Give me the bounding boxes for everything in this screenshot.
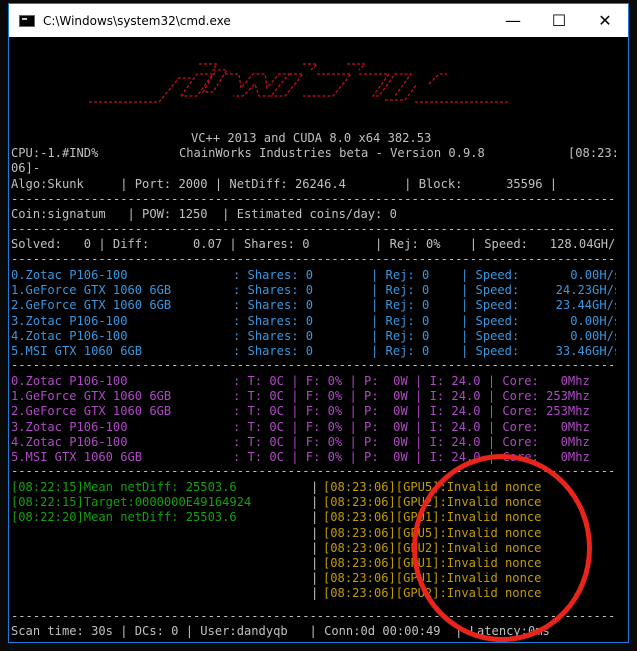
cmd-icon — [19, 14, 35, 27]
gpu-hardware: : T: 0C | F: 0% | P: 0W | I: 24.0 | Core… — [233, 450, 590, 464]
window-title: C:\Windows\system32\cmd.exe — [43, 13, 231, 28]
gpu-rejected: | Rej: 0 — [371, 313, 430, 328]
gpu-name: 3.Zotac P106-100 — [11, 313, 128, 328]
coin-row: Coin:signatum | POW: 1250 | Estimated co… — [11, 207, 397, 221]
log-separator: | — [311, 525, 319, 540]
gpu-name: 1.GeForce GTX 1060 6GB — [11, 283, 172, 298]
log-separator: | — [311, 480, 319, 494]
gpu-rejected: | Rej: 0 — [371, 344, 430, 358]
build-info: VC++ 2013 and CUDA 8.0 x64 382.53 — [191, 131, 432, 145]
console-window: C:\Windows\system32\cmd.exe — ☐ ✕ VC++ 2… — [8, 3, 629, 643]
log-line: [08:22:15]Mean netDiff: 25503.6 — [11, 480, 237, 494]
divider: ----------------------------------------… — [11, 222, 628, 236]
gpu-name: 2.GeForce GTX 1060 6GB — [11, 298, 172, 313]
title-bar[interactable]: C:\Windows\system32\cmd.exe — ☐ ✕ — [9, 4, 628, 37]
gpu-name: 5.MSI GTX 1060 6GB — [11, 450, 143, 464]
solved-row: Solved: 0 | Diff: 0.07 | Shares: 0 | Rej… — [11, 237, 623, 251]
log-separator: | — [311, 495, 319, 510]
log-line: [08:22:15]Target:0000000E49164924 — [11, 495, 252, 510]
log-separator: | — [311, 556, 319, 570]
gpu-shares: : Shares: 0 — [233, 344, 314, 358]
gpu-name: 4.Zotac P106-100 — [11, 328, 128, 343]
divider: ----------------------------------------… — [11, 252, 628, 266]
gpu-hardware: : T: 0C | F: 0% | P: 0W | I: 24.0 | Core… — [233, 374, 590, 388]
divider: ----------------------------------------… — [11, 609, 628, 623]
gpu-name: 2.GeForce GTX 1060 6GB — [11, 404, 172, 419]
divider: ----------------------------------------… — [11, 192, 628, 206]
log-separator: | — [311, 540, 319, 555]
ascii-logo — [89, 63, 509, 103]
gpu-hardware: : T: 0C | F: 0% | P: 0W | I: 24.0 | Core… — [233, 404, 590, 419]
gpu-speed: | Speed: 0.00H/s — [461, 268, 622, 282]
gpu-speed: | Speed: 0.00H/s — [461, 328, 622, 343]
cpu-usage: CPU:-1.#IND% — [11, 146, 99, 160]
gpu-speed: | Speed: 33.46GH/s — [461, 344, 622, 358]
gpu-rejected: | Rej: 0 — [371, 283, 430, 298]
divider: ----------------------------------------… — [11, 358, 628, 372]
maximize-button[interactable]: ☐ — [536, 4, 582, 37]
gpu-hardware: : T: 0C | F: 0% | P: 0W | I: 24.0 | Core… — [233, 389, 590, 404]
log-separator: | — [311, 586, 319, 601]
status-footer: Scan time: 30s | DCs: 0 | User:dandyqb |… — [11, 624, 550, 638]
log-line: [08:23:06][GPU2]:Invalid nonce — [323, 495, 542, 510]
company-version: ChainWorks Industries beta - Version 0.9… — [179, 146, 485, 160]
gpu-shares: : Shares: 0 — [233, 283, 314, 298]
gpu-name: 0.Zotac P106-100 — [11, 374, 128, 388]
log-line: [08:23:06][GPU1]:Invalid nonce — [323, 571, 542, 586]
log-line: [08:23:06][GPU1]:Invalid nonce — [323, 510, 542, 525]
gpu-shares: : Shares: 0 — [233, 328, 314, 343]
gpu-speed: | Speed: 23.44GH/s — [461, 298, 622, 313]
gpu-speed: | Speed: 0.00H/s — [461, 313, 622, 328]
log-line: [08:23:06][GPU2]:Invalid nonce — [323, 540, 542, 555]
log-line: [08:23:06][GPU5]:Invalid nonce — [323, 480, 542, 494]
clock-part2: 06]- — [11, 161, 41, 175]
log-separator: | — [311, 510, 319, 525]
algo-row: Algo:Skunk | Port: 2000 | NetDiff: 26246… — [11, 177, 558, 191]
gpu-rejected: | Rej: 0 — [371, 268, 430, 282]
log-separator: | — [311, 571, 319, 586]
clock-part1: [08:23: — [568, 146, 619, 160]
minimize-button[interactable]: — — [490, 4, 536, 37]
log-line: [08:23:06][GPU2]:Invalid nonce — [323, 586, 542, 601]
gpu-name: 3.Zotac P106-100 — [11, 419, 128, 434]
gpu-rejected: | Rej: 0 — [371, 298, 430, 313]
gpu-hardware: : T: 0C | F: 0% | P: 0W | I: 24.0 | Core… — [233, 419, 590, 434]
scrollbar[interactable] — [616, 38, 628, 642]
gpu-name: 5.MSI GTX 1060 6GB — [11, 344, 143, 358]
gpu-name: 1.GeForce GTX 1060 6GB — [11, 389, 172, 404]
gpu-hardware: : T: 0C | F: 0% | P: 0W | I: 24.0 | Core… — [233, 434, 590, 449]
log-line: [08:23:06][GPU5]:Invalid nonce — [323, 525, 542, 540]
divider: ----------------------------------------… — [11, 464, 628, 478]
gpu-rejected: | Rej: 0 — [371, 328, 430, 343]
log-line: [08:23:06][GPU1]:Invalid nonce — [323, 556, 542, 570]
console-output[interactable]: VC++ 2013 and CUDA 8.0 x64 382.53 CPU:-1… — [11, 38, 628, 642]
log-line: [08:22:20]Mean netDiff: 25503.6 — [11, 510, 237, 525]
close-button[interactable]: ✕ — [582, 4, 628, 37]
gpu-name: 0.Zotac P106-100 — [11, 268, 128, 282]
gpu-speed: | Speed: 24.23GH/s — [461, 283, 622, 298]
gpu-shares: : Shares: 0 — [233, 268, 314, 282]
gpu-shares: : Shares: 0 — [233, 298, 314, 313]
gpu-shares: : Shares: 0 — [233, 313, 314, 328]
gpu-name: 4.Zotac P106-100 — [11, 434, 128, 449]
